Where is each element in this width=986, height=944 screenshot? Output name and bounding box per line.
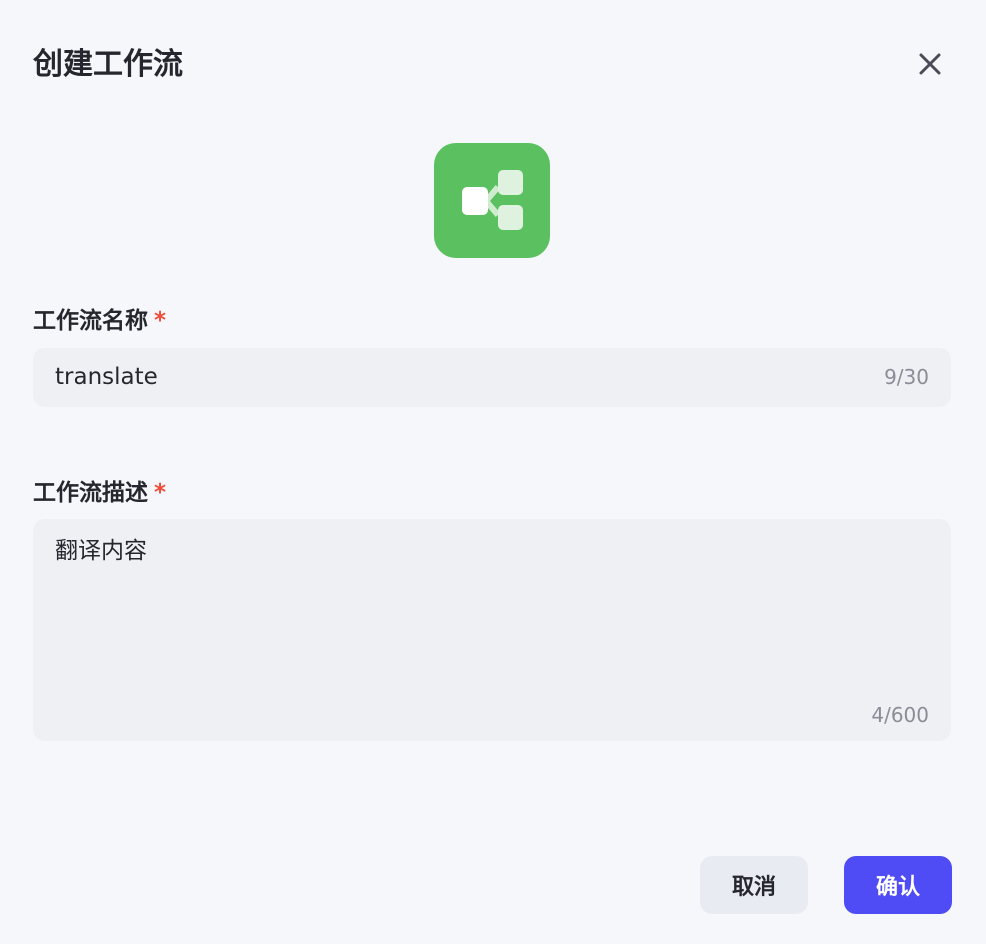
workflow-name-label: 工作流名称 * (33, 308, 167, 334)
workflow-name-input[interactable]: translate 9/30 (33, 348, 951, 407)
close-icon (919, 53, 941, 75)
workflow-description-textarea[interactable]: 翻译内容 4/600 (33, 519, 951, 741)
close-button[interactable] (912, 46, 948, 82)
required-mark: * (154, 308, 167, 334)
confirm-button[interactable]: 确认 (844, 856, 952, 914)
workflow-name-value: translate (55, 364, 158, 390)
workflow-description-value: 翻译内容 (55, 538, 147, 564)
dialog-title: 创建工作流 (33, 47, 183, 82)
workflow-icon-button[interactable] (434, 143, 550, 258)
workflow-description-counter: 4/600 (871, 703, 929, 727)
workflow-icon (462, 170, 523, 230)
cancel-button[interactable]: 取消 (700, 856, 808, 914)
workflow-description-label: 工作流描述 * (33, 480, 167, 506)
create-workflow-dialog: 创建工作流 工作流名称 * translate 9/30 工作流描述 * 翻译内容 … (0, 0, 986, 944)
workflow-name-counter: 9/30 (884, 365, 929, 389)
required-mark: * (154, 480, 167, 506)
